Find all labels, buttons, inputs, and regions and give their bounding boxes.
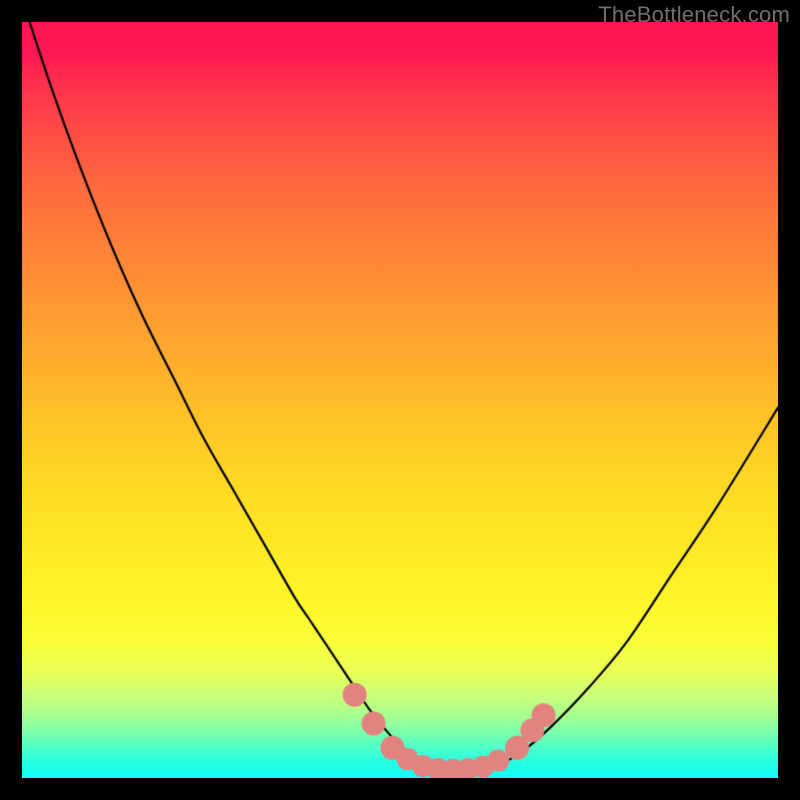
plot-area [22,22,778,778]
watermark-label: TheBottleneck.com [598,2,790,28]
chart-canvas [22,22,778,778]
